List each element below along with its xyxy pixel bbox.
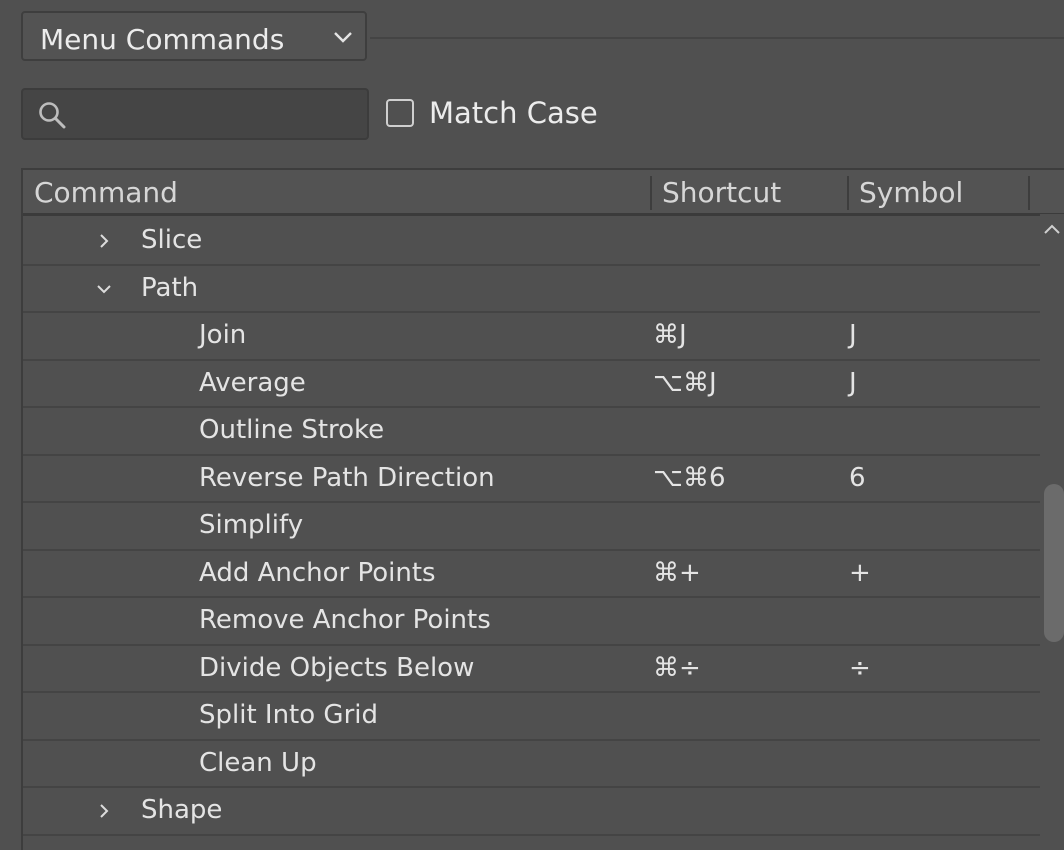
command-label: Add Anchor Points xyxy=(199,557,436,588)
table-header: Command Shortcut Symbol xyxy=(23,170,1064,216)
symbol-cell[interactable]: J xyxy=(849,368,857,398)
search-icon xyxy=(39,102,66,129)
table-row[interactable]: Remove Anchor Points xyxy=(23,598,1040,646)
table-body: Slice Path Join ⌘J J Average ⌥⌘J J Outline Strok… xyxy=(23,218,1040,836)
chevron-right-icon[interactable] xyxy=(95,802,113,820)
command-label: Average xyxy=(199,367,306,398)
search-input[interactable] xyxy=(79,96,363,134)
column-header-symbol[interactable]: Symbol xyxy=(859,176,963,209)
match-case-label[interactable]: Match Case xyxy=(429,96,598,130)
column-divider[interactable] xyxy=(1028,176,1030,210)
group-label: Slice xyxy=(141,225,203,255)
chevron-down-icon xyxy=(334,32,352,43)
table-row[interactable]: Average ⌥⌘J J xyxy=(23,361,1040,408)
chevron-down-icon[interactable] xyxy=(95,280,113,298)
top-divider xyxy=(370,37,1064,39)
group-label: Shape xyxy=(141,795,223,825)
search-box[interactable] xyxy=(21,88,369,140)
table-row[interactable]: Reverse Path Direction ⌥⌘6 6 xyxy=(23,456,1040,503)
table-row[interactable]: Outline Stroke xyxy=(23,408,1040,456)
command-label: Split Into Grid xyxy=(199,700,378,730)
symbol-cell[interactable]: ÷ xyxy=(849,653,871,683)
chevron-right-icon[interactable] xyxy=(95,232,113,250)
scrollbar-thumb[interactable] xyxy=(1044,484,1064,642)
symbol-cell[interactable]: J xyxy=(849,320,857,350)
table-row[interactable]: Divide Objects Below ⌘÷ ÷ xyxy=(23,646,1040,693)
command-label: Join xyxy=(199,320,247,350)
table-row[interactable]: Split Into Grid xyxy=(23,693,1040,741)
commands-table: Command Shortcut Symbol Slice Path Join ⌘J J… xyxy=(21,168,1064,850)
shortcut-set-dropdown[interactable]: Menu Commands xyxy=(21,11,367,61)
command-label: Remove Anchor Points xyxy=(199,605,491,635)
table-row[interactable]: Shape xyxy=(23,788,1040,836)
command-label: Outline Stroke xyxy=(199,415,385,445)
table-row[interactable]: Path xyxy=(23,266,1040,313)
symbol-cell[interactable]: 6 xyxy=(849,463,866,493)
column-divider[interactable] xyxy=(847,176,849,210)
table-row[interactable]: Slice xyxy=(23,218,1040,266)
table-row[interactable]: Add Anchor Points ⌘+ + xyxy=(23,551,1040,598)
shortcut-cell[interactable]: ⌘J xyxy=(653,320,687,350)
column-header-command[interactable]: Command xyxy=(34,176,178,209)
dropdown-label: Menu Commands xyxy=(40,23,285,56)
shortcut-cell[interactable]: ⌥⌘J xyxy=(653,368,717,398)
shortcut-cell[interactable]: ⌘÷ xyxy=(653,653,701,683)
command-label: Reverse Path Direction xyxy=(199,462,495,493)
shortcut-cell[interactable]: ⌥⌘6 xyxy=(653,463,726,493)
table-row[interactable]: Clean Up xyxy=(23,741,1040,788)
column-header-shortcut[interactable]: Shortcut xyxy=(662,176,781,209)
table-row[interactable]: Join ⌘J J xyxy=(23,313,1040,361)
group-label: Path xyxy=(141,272,199,303)
scroll-up-arrow-icon[interactable] xyxy=(1042,222,1062,236)
command-label: Divide Objects Below xyxy=(199,652,475,683)
column-divider[interactable] xyxy=(650,176,652,210)
command-label: Clean Up xyxy=(199,747,317,778)
table-row[interactable]: Simplify xyxy=(23,503,1040,551)
shortcut-cell[interactable]: ⌘+ xyxy=(653,558,701,588)
match-case-checkbox[interactable] xyxy=(386,99,414,127)
command-label: Simplify xyxy=(199,510,304,540)
symbol-cell[interactable]: + xyxy=(849,558,871,588)
